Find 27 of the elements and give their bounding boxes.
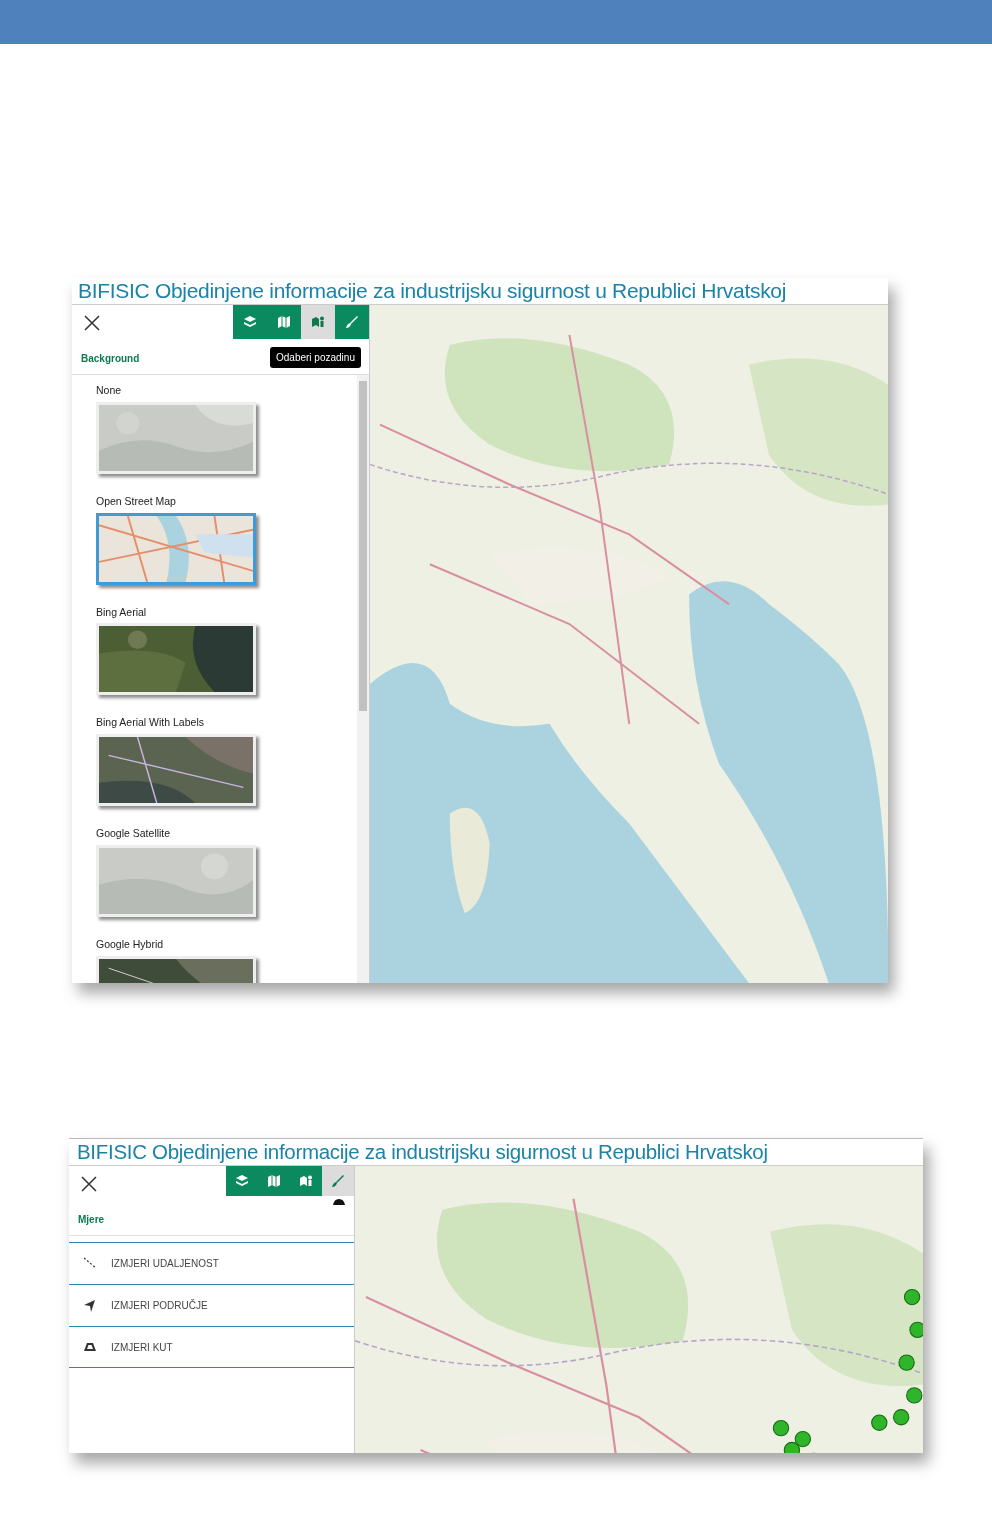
layer-label: None <box>96 383 123 398</box>
brush-icon <box>331 1174 345 1188</box>
panel-heading: Mjere <box>69 1208 354 1236</box>
app-title: BIFISIC Objedinjene informacije za industrijsku sigurnost u Republici Hrvatskoj <box>69 1138 923 1166</box>
tool-label: IZMJERI PODRUČJE <box>111 1298 208 1313</box>
brush-icon <box>345 315 359 329</box>
caret-icon <box>333 1199 345 1205</box>
scrollbar[interactable] <box>357 375 369 983</box>
tool-label: IZMJERI UDALJENOST <box>111 1257 219 1271</box>
layers-icon <box>243 315 257 329</box>
tool-item[interactable]: IZMJERI KUT <box>69 1326 354 1368</box>
layer-label: Google Hybrid <box>96 936 165 952</box>
layer-label: Bing Aerial <box>96 604 148 620</box>
tool-label: IZMJERI KUT <box>111 1340 173 1355</box>
layers-icon <box>235 1174 249 1188</box>
protractor-icon <box>83 1340 97 1354</box>
close-icon[interactable] <box>81 1176 97 1192</box>
map-icon <box>267 1174 281 1188</box>
layer-label: Google Satellite <box>96 826 172 841</box>
map-icon <box>277 315 291 329</box>
map-pin-icon <box>299 1174 313 1188</box>
layer-label: Bing Aerial With Labels <box>96 715 205 731</box>
tooltip: Odaberi pozadinu <box>270 347 361 368</box>
map-pin-icon <box>311 315 325 329</box>
close-icon[interactable] <box>84 315 100 331</box>
toolbar-button[interactable] <box>301 305 335 339</box>
layer-label: Open Street Map <box>96 493 177 509</box>
